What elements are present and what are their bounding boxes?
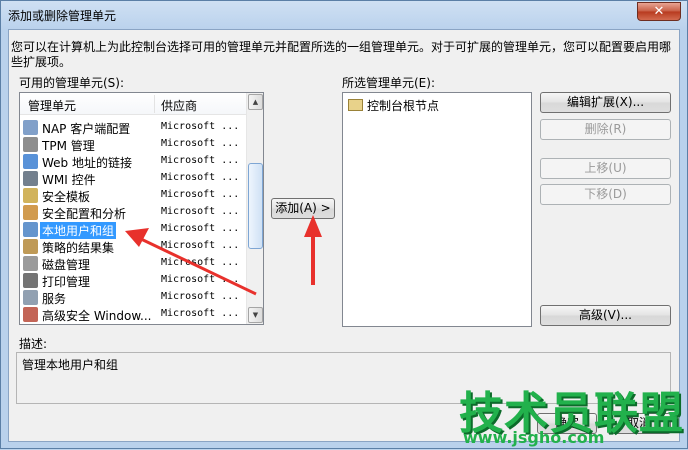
selected-snapins-label: 所选管理单元(E):	[342, 76, 435, 90]
snapin-row[interactable]: 安全模板 Microsoft ...	[20, 187, 248, 204]
snapin-vendor: Microsoft ...	[161, 138, 240, 149]
column-divider[interactable]	[154, 95, 155, 113]
snapin-vendor: Microsoft ...	[161, 274, 240, 285]
tree-item-label: 控制台根节点	[367, 99, 440, 113]
firewall-icon	[23, 307, 38, 322]
snapin-vendor: Microsoft ...	[161, 206, 240, 217]
edit-extensions-button[interactable]: 编辑扩展(X)...	[540, 92, 671, 113]
web-link-icon	[23, 154, 38, 169]
column-header-vendor[interactable]: 供应商	[161, 97, 197, 114]
security-config-icon	[23, 205, 38, 220]
snapin-vendor: Microsoft ...	[161, 121, 240, 132]
tpm-icon	[23, 137, 38, 152]
close-button[interactable]: ✕	[637, 2, 681, 21]
vertical-scrollbar[interactable]: ▲ ▼	[246, 93, 263, 324]
selected-snapins-list[interactable]: 控制台根节点	[342, 92, 532, 327]
snapin-vendor: Microsoft ...	[161, 240, 240, 251]
security-template-icon	[23, 188, 38, 203]
snapin-vendor: Microsoft ...	[161, 189, 240, 200]
snapin-name: WMI 控件	[42, 173, 96, 187]
snapin-row[interactable]: WMI 控件 Microsoft ...	[20, 170, 248, 187]
folder-icon	[348, 99, 363, 111]
add-remove-snapins-dialog: 添加或删除管理单元 ✕ 您可以在计算机上为此控制台选择可用的管理单元并配置所选的…	[0, 0, 688, 449]
snapin-name: 磁盘管理	[42, 258, 91, 272]
snapin-name: 安全模板	[42, 190, 91, 204]
snapin-vendor: Microsoft ...	[161, 172, 240, 183]
snapin-row[interactable]: 高级安全 Window... Microsoft ...	[20, 306, 248, 323]
snapin-row[interactable]: Web 地址的链接 Microsoft ...	[20, 153, 248, 170]
column-header-snapin[interactable]: 管理单元	[28, 97, 76, 114]
description-label: 描述:	[19, 337, 48, 351]
snapin-name: 本地用户和组	[40, 222, 117, 239]
add-button[interactable]: 添加(A) >	[271, 198, 335, 219]
snapin-row[interactable]: TPM 管理 Microsoft ...	[20, 136, 248, 153]
services-icon	[23, 290, 38, 305]
snapin-name: Web 地址的链接	[42, 156, 132, 170]
snapin-name: 高级安全 Window...	[42, 309, 152, 323]
snapin-name: 安全配置和分析	[42, 207, 127, 221]
intro-text: 您可以在计算机上为此控制台选择可用的管理单元并配置所选的一组管理单元。对于可扩展…	[11, 40, 672, 69]
snapin-name: TPM 管理	[42, 139, 95, 153]
scroll-down-icon[interactable]: ▼	[248, 307, 263, 323]
snapin-name: NAP 客户端配置	[42, 122, 131, 136]
snapin-row[interactable]: 本地用户和组 Microsoft ...	[20, 221, 248, 239]
snapin-name: 打印管理	[42, 275, 91, 289]
title-bar[interactable]: 添加或删除管理单元 ✕	[1, 1, 687, 29]
description-text: 管理本地用户和组	[22, 358, 119, 372]
snapin-name: 策略的结果集	[42, 241, 115, 255]
snapin-row[interactable]: 安全配置和分析 Microsoft ...	[20, 204, 248, 221]
available-snapins-list[interactable]: 管理单元 供应商 NAP 客户端配置 Microsoft ... TPM 管理 Mic…	[19, 92, 264, 325]
snapin-vendor: Microsoft ...	[161, 155, 240, 166]
list-header: 管理单元 供应商	[20, 93, 248, 115]
disk-icon	[23, 256, 38, 271]
snapin-row[interactable]: 磁盘管理 Microsoft ...	[20, 255, 248, 272]
window-title: 添加或删除管理单元	[8, 9, 117, 23]
snapin-row[interactable]: NAP 客户端配置 Microsoft ...	[20, 119, 248, 136]
snapin-vendor: Microsoft ...	[161, 257, 240, 268]
snapin-vendor: Microsoft ...	[161, 223, 240, 234]
snapin-name: 服务	[42, 292, 67, 306]
wmi-icon	[23, 171, 38, 186]
snapin-row[interactable]: 打印管理 Microsoft ...	[20, 272, 248, 289]
snapin-vendor: Microsoft ...	[161, 291, 240, 302]
snapin-vendor: Microsoft ...	[161, 308, 240, 319]
snapin-row[interactable]: 策略的结果集 Microsoft ...	[20, 238, 248, 255]
move-down-button[interactable]: 下移(D)	[540, 184, 671, 205]
watermark-url: www.jsgho.com	[463, 428, 605, 447]
remove-button[interactable]: 删除(R)	[540, 119, 671, 140]
move-up-button[interactable]: 上移(U)	[540, 158, 671, 179]
advanced-button[interactable]: 高级(V)...	[540, 305, 671, 326]
available-snapins-label: 可用的管理单元(S):	[19, 76, 125, 90]
nap-icon	[23, 120, 38, 135]
printer-icon	[23, 273, 38, 288]
users-icon	[23, 222, 38, 237]
scroll-up-icon[interactable]: ▲	[248, 94, 263, 110]
scroll-thumb[interactable]	[248, 163, 263, 249]
snapin-row[interactable]: 服务 Microsoft ...	[20, 289, 248, 306]
policy-icon	[23, 239, 38, 254]
